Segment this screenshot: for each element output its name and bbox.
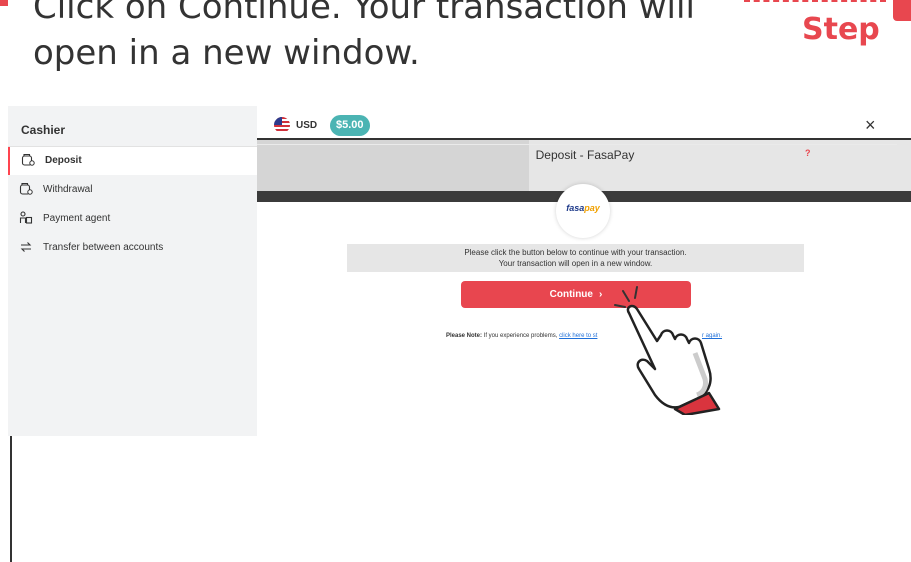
us-flag-icon	[274, 117, 290, 133]
sidebar-item-payment-agent[interactable]: Payment agent	[8, 205, 257, 233]
wallet-icon	[19, 182, 33, 195]
sidebar-item-withdrawal[interactable]: Withdrawal	[8, 176, 257, 204]
cashier-sidebar: Cashier Deposit Withdrawal Payment agent	[8, 106, 257, 436]
step-marker	[0, 0, 8, 6]
retry-link[interactable]: click here to st	[559, 333, 597, 339]
sidebar-item-deposit[interactable]: Deposit	[8, 147, 257, 175]
fasapay-logo: fasapay	[556, 184, 610, 238]
step-label: Step	[802, 12, 880, 47]
instruction-line-2: open in a new window.	[33, 33, 420, 73]
info-line-1: Please click the button below to continu…	[464, 248, 687, 257]
transfer-icon	[20, 242, 32, 252]
help-icon[interactable]: ?	[805, 148, 811, 158]
step-number-badge	[893, 0, 911, 21]
step-dash-line	[744, 0, 886, 2]
sidebar-item-label: Withdrawal	[43, 184, 93, 195]
pointing-hand-icon	[614, 286, 721, 415]
deposit-title: Deposit - FasaPay	[535, 148, 635, 162]
note-text: If you experience problems,	[482, 333, 560, 339]
header-divider	[257, 144, 897, 145]
currency-code: USD	[296, 120, 318, 131]
fasapay-logo-text: fasapay	[566, 203, 600, 213]
transaction-info: Please click the button below to continu…	[347, 244, 804, 272]
balance-badge: $5.00	[330, 115, 370, 136]
sidebar-item-label: Deposit	[45, 155, 82, 166]
chevron-right-icon: ›	[598, 289, 603, 300]
info-line-2: Your transaction will open in a new wind…	[498, 259, 653, 268]
close-icon[interactable]: ×	[865, 115, 876, 136]
note-label: Please Note:	[446, 333, 483, 339]
instruction-text: Click on Continue. Your transaction will…	[33, 0, 733, 76]
sidebar-item-label: Transfer between accounts	[43, 242, 164, 253]
cashier-title: Cashier	[21, 123, 66, 137]
problem-note: Please Note: If you experience problems,…	[446, 333, 597, 339]
agent-icon	[19, 211, 33, 224]
continue-label: Continue	[549, 289, 593, 300]
sidebar-item-transfer[interactable]: Transfer between accounts	[8, 234, 257, 262]
wallet-icon	[21, 153, 35, 166]
sidebar-item-label: Payment agent	[43, 213, 111, 224]
instruction-line-1: Click on Continue. Your transaction will	[33, 0, 695, 27]
